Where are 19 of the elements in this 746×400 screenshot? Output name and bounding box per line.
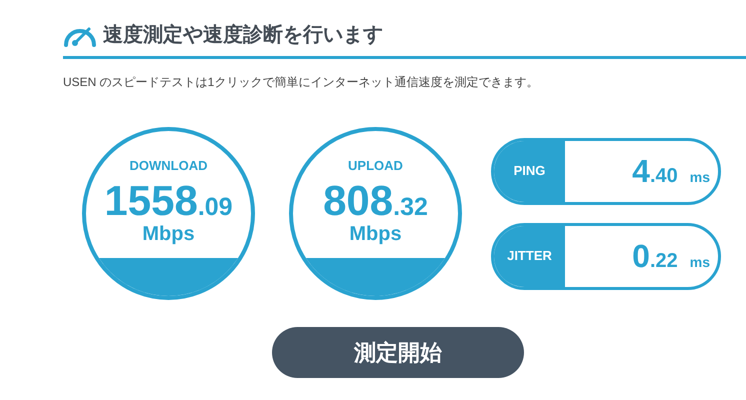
unit-label: ms xyxy=(690,170,710,184)
gauge-label: UPLOAD xyxy=(348,157,403,175)
unit-label: ms xyxy=(690,254,710,268)
speed-value: 808 xyxy=(323,180,394,222)
gauge-label: DOWNLOAD xyxy=(130,157,208,175)
unit-label: Mbps xyxy=(349,224,402,244)
metric-decimal: .40 xyxy=(650,166,678,186)
section-title: 速度測定や速度診断を行います xyxy=(103,22,383,48)
unit-label: Mbps xyxy=(142,224,195,244)
metric-value: 4 xyxy=(632,154,650,186)
start-button[interactable]: 測定開始 xyxy=(272,327,524,378)
speed-decimal: .09 xyxy=(198,194,233,220)
metric-label: PING xyxy=(494,140,565,202)
speed-decimal: .32 xyxy=(393,194,428,220)
metric-label: JITTER xyxy=(494,226,565,286)
speed-value: 1558 xyxy=(104,180,198,222)
description: USEN のスピードテストは1クリックで簡単にインターネット通信速度を測定できます。 xyxy=(63,74,540,91)
metric-decimal: .22 xyxy=(650,250,678,270)
metric-value: 0 xyxy=(632,240,650,272)
